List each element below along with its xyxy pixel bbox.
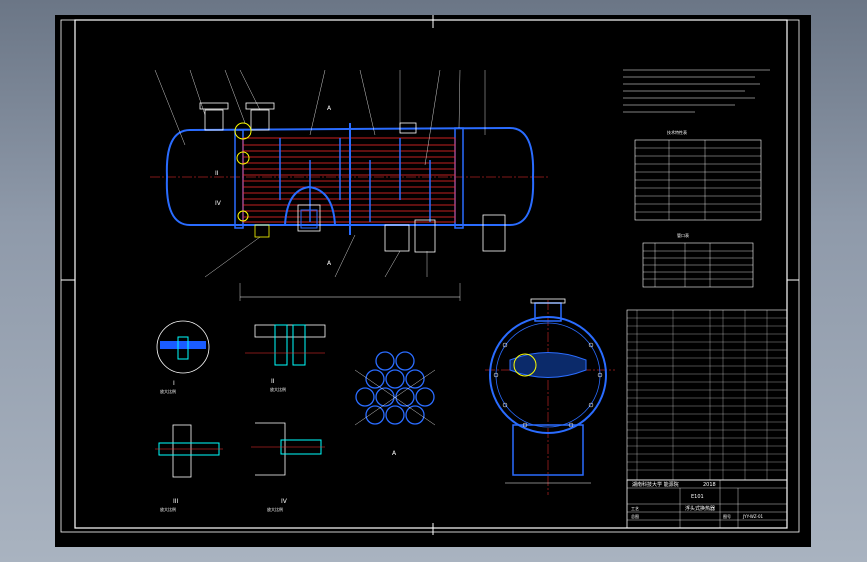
nozzle-table-title: 管口表: [677, 232, 689, 238]
detail-II-caption: 放大比例: [270, 386, 286, 392]
main-elevation-view: II IV A A: [150, 69, 550, 301]
field-1: 工艺: [631, 506, 639, 511]
cad-drawing: II IV A A 放大比例 I 放大比例 II 放大比例 III 放大比例 I…: [60, 15, 800, 535]
detail-I: 放大比例 I: [156, 320, 210, 394]
detail-II-label: II: [271, 378, 275, 385]
tech-spec-table: 技术特性表: [634, 129, 762, 221]
detail-I-label: I: [173, 380, 175, 387]
title-year: 2018: [703, 482, 716, 488]
title-block: 湖南科技大学 能源院 2018 E101 浮头式换热器 工艺 总图 图号 JYY…: [626, 479, 788, 529]
drawing-code: E101: [691, 494, 704, 500]
drawing-sheet: II IV A A 放大比例 I 放大比例 II 放大比例 III 放大比例 I…: [55, 15, 811, 547]
tech-notes: [623, 69, 770, 113]
drawing-title: 浮头式换热器: [685, 505, 715, 512]
nozzle-table: 管口表: [642, 232, 754, 288]
detail-I-caption: 放大比例: [160, 388, 176, 394]
detail-IV: 放大比例 IV: [251, 422, 325, 512]
detail-III-label: III: [173, 498, 179, 505]
tube-layout-detail: A: [354, 351, 436, 457]
detail-IV-label: IV: [281, 498, 288, 505]
cross-section-view: [485, 298, 615, 495]
university-name: 湖南科技大学 能源院: [632, 481, 679, 488]
detail-III-caption: 放大比例: [160, 506, 176, 512]
detail-IV-caption: 放大比例: [267, 506, 283, 512]
callout-IV: IV: [215, 200, 222, 207]
detail-II: 放大比例 II: [245, 324, 326, 392]
callout-II: II: [215, 170, 219, 177]
field-2: 总图: [631, 513, 639, 519]
view-marker-bottom: A: [327, 260, 332, 267]
drawing-number: JYY-WZ-01: [742, 514, 763, 519]
inner-frame: [74, 19, 788, 529]
detail-III: 放大比例 III: [155, 424, 223, 512]
view-marker-top: A: [327, 105, 332, 112]
tech-spec-title: 技术特性表: [667, 129, 687, 135]
parts-list: [626, 309, 788, 481]
tube-layout-label: A: [392, 450, 397, 457]
sheet-label: 图号: [723, 513, 731, 519]
